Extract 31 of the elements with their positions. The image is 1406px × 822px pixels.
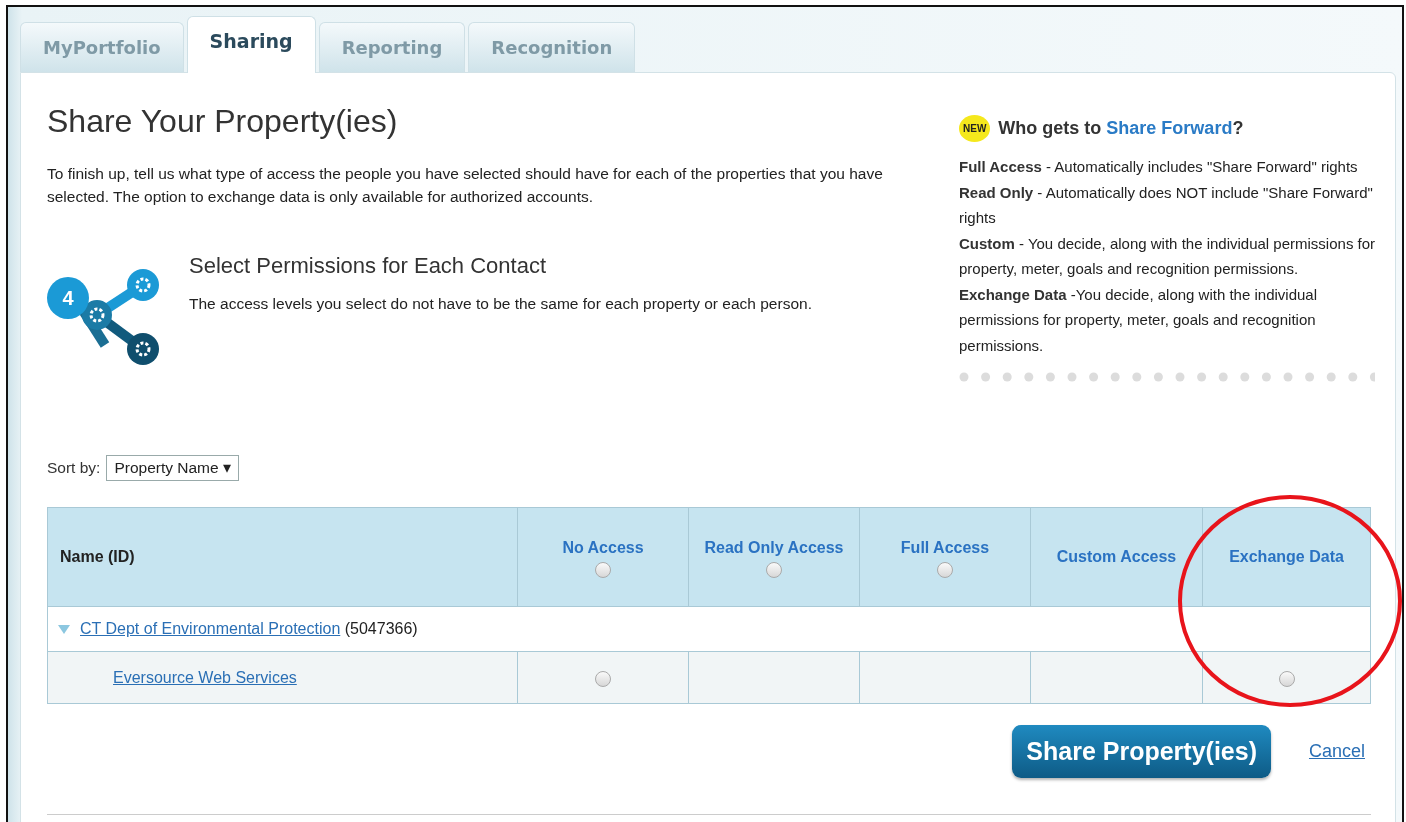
note-entry: Custom - You decide, along with the individual permissions for property, meter, goals and recognition permissions. bbox=[959, 233, 1377, 279]
expand-caret-icon[interactable] bbox=[58, 624, 70, 634]
radio-button[interactable] bbox=[595, 561, 611, 578]
radio-button[interactable] bbox=[1278, 671, 1295, 687]
note-entry: Full Access - Automatically includes "Share Forward" rights bbox=[959, 157, 1359, 177]
note-heading: Who gets to Share Forward? bbox=[998, 118, 1244, 139]
note-entry: Exchange Data -You decide, along with the individual permissions for property, meter, goals and recognition permissions. bbox=[959, 284, 1318, 356]
column-header: Read Only Access bbox=[704, 537, 844, 558]
page-title: Share Your Property(ies) bbox=[47, 103, 399, 140]
property-link[interactable]: CT Dept of Environmental Protection bbox=[80, 620, 341, 637]
radio-button[interactable] bbox=[937, 561, 953, 578]
column-header: No Access bbox=[562, 537, 644, 558]
column-header: Exchange Data bbox=[1229, 547, 1344, 567]
intro-text: To finish up, tell us what type of access the people you have selected should have for each of the properties that you have selected. The option to exchange data is only available for authorized accounts. bbox=[47, 164, 884, 207]
step-heading: Select Permissions for Each Contact bbox=[189, 253, 548, 279]
cancel-link[interactable]: Cancel bbox=[1308, 741, 1365, 762]
contact-link[interactable]: Eversource Web Services bbox=[113, 668, 297, 687]
column-header: Name (ID) bbox=[60, 547, 135, 567]
column-header: Custom Access bbox=[1056, 547, 1177, 567]
step-number-badge: 4 bbox=[47, 277, 89, 319]
tab[interactable]: Sharing bbox=[186, 16, 316, 73]
share-button[interactable]: Share Property(ies) bbox=[1012, 725, 1271, 778]
note-entry: Read Only - Automatically does NOT include "Share Forward" rights bbox=[959, 182, 1374, 228]
property-id: (5047366) bbox=[344, 620, 418, 637]
radio-button[interactable] bbox=[766, 561, 782, 578]
column-header: Full Access bbox=[900, 537, 990, 558]
new-badge: NEW bbox=[959, 115, 991, 142]
radio-button[interactable] bbox=[595, 671, 611, 687]
sort-dropdown[interactable]: Property Name ▾ bbox=[106, 455, 239, 481]
sort-label: Sort by: bbox=[47, 459, 101, 477]
step-text: The access levels you select do not have to be the same for each property or each person. bbox=[189, 294, 812, 314]
